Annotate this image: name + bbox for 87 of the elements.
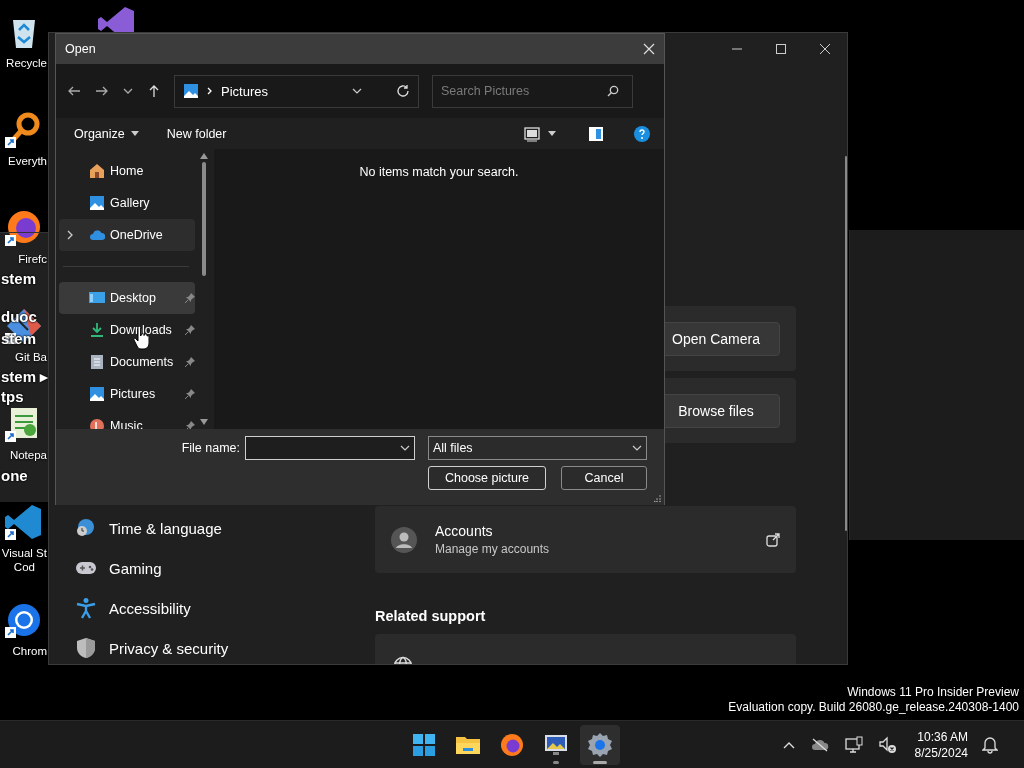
nav-item[interactable]: Time & language (75, 508, 349, 548)
chevron-up-icon[interactable] (782, 740, 795, 749)
breadcrumb[interactable]: Pictures (221, 83, 268, 99)
close-icon[interactable] (643, 43, 655, 55)
cloud-off-icon[interactable] (810, 737, 829, 752)
build-info-text: Windows 11 Pro Insider Preview (847, 685, 1019, 700)
file-type-dropdown[interactable]: All files (428, 436, 647, 460)
globe-clock-icon (75, 517, 97, 539)
accessibility-person-icon (75, 597, 97, 619)
icon-label: Notepa (9, 448, 47, 462)
caret-icon[interactable] (548, 131, 556, 136)
empty-message: No items match your search. (359, 165, 519, 181)
section-heading: Related support (375, 608, 487, 624)
window-text: tps (1, 387, 24, 406)
nav-item[interactable]: Gaming (75, 548, 349, 588)
card-subtitle: Manage my accounts (435, 542, 551, 556)
gear-icon (587, 731, 613, 758)
chevron-right-icon (207, 87, 213, 95)
dialog-button[interactable]: Choose picture (428, 466, 546, 490)
resize-grip-icon[interactable] (654, 495, 661, 502)
settings-card[interactable]: Accounts Manage my accounts (375, 506, 796, 573)
caret-icon (130, 131, 139, 136)
house-icon (89, 163, 105, 179)
icon-label: Everyth (8, 154, 47, 168)
chevron-down-icon[interactable] (400, 443, 410, 453)
firefox-icon (499, 731, 525, 758)
toolbar-button[interactable]: Organize (74, 126, 139, 141)
icon-label: Visual St Cod (1, 546, 47, 574)
picture-icon (89, 386, 105, 402)
shield-icon (75, 637, 97, 659)
icon-label: Recycle (6, 56, 47, 70)
card-title: Accounts (435, 523, 494, 539)
icon-label: Chrom (12, 644, 47, 658)
icon-label: Git Ba (15, 350, 47, 364)
search-field[interactable]: Search Pictures (432, 74, 633, 108)
view-icon[interactable] (524, 125, 540, 142)
external-link-icon[interactable] (766, 532, 780, 547)
chevron-right-icon[interactable] (67, 230, 73, 240)
chevron-down-icon[interactable] (352, 86, 362, 96)
scrollbar[interactable] (845, 156, 847, 531)
sidebar-item[interactable]: Pictures (59, 378, 195, 410)
chevron-down-icon[interactable] (123, 86, 133, 96)
clock[interactable]: 10:36 AM 8/25/2024 (914, 728, 968, 761)
maximize-icon[interactable] (776, 44, 786, 54)
back-arrow-icon[interactable] (67, 84, 81, 98)
nav-item[interactable]: Accessibility (75, 588, 349, 628)
close-icon[interactable] (820, 44, 830, 54)
bell-icon[interactable] (982, 735, 998, 754)
toolbar-button[interactable]: New folder (166, 126, 227, 141)
sidebar-item[interactable]: Gallery (59, 187, 195, 219)
cloud-icon (89, 227, 105, 243)
sidebar-item[interactable]: Desktop (59, 282, 195, 314)
speaker-muted-icon[interactable] (878, 735, 897, 754)
input-field[interactable] (245, 436, 415, 460)
network-icon[interactable] (844, 735, 863, 754)
picture-icon (89, 195, 105, 211)
up-arrow-icon[interactable] (147, 84, 161, 98)
refresh-icon[interactable] (396, 84, 410, 98)
picture-icon (183, 83, 199, 99)
window-text: stem (1, 269, 37, 288)
dialog-title: Open (65, 42, 96, 56)
scrollbar-thumb[interactable] (202, 162, 206, 276)
help-icon[interactable] (634, 125, 650, 142)
preview-pane-icon[interactable] (588, 125, 604, 142)
window-text: stem ▸ (1, 367, 49, 386)
dialog-button[interactable]: Cancel (561, 466, 647, 490)
address-bar[interactable]: Pictures (174, 74, 419, 108)
build-info-text: Evaluation copy. Build 26080.ge_release.240308-1400 (728, 700, 1019, 715)
sidebar-item[interactable]: Home (59, 155, 195, 187)
window-text: one (1, 466, 28, 485)
nav-item[interactable]: Privacy & security (75, 628, 349, 664)
taskbar-button[interactable] (580, 724, 620, 765)
forward-arrow-icon[interactable] (95, 84, 109, 98)
scroll-up-icon[interactable] (200, 153, 208, 159)
document-icon (89, 354, 105, 370)
scroll-down-icon[interactable] (200, 419, 208, 425)
chevron-down-icon (632, 443, 642, 453)
sidebar-item[interactable]: OneDrive (59, 219, 195, 251)
windows-logo-icon (411, 731, 437, 758)
sidebar-item[interactable]: Documents (59, 346, 195, 378)
monitor-icon (89, 290, 105, 306)
icon-label: Firefc (18, 252, 47, 266)
vscode-icon[interactable] (4, 502, 44, 542)
person-avatar-icon (391, 526, 417, 553)
window-text: stem (1, 329, 37, 348)
field-label: File name: (181, 441, 240, 455)
download-icon (89, 322, 105, 338)
